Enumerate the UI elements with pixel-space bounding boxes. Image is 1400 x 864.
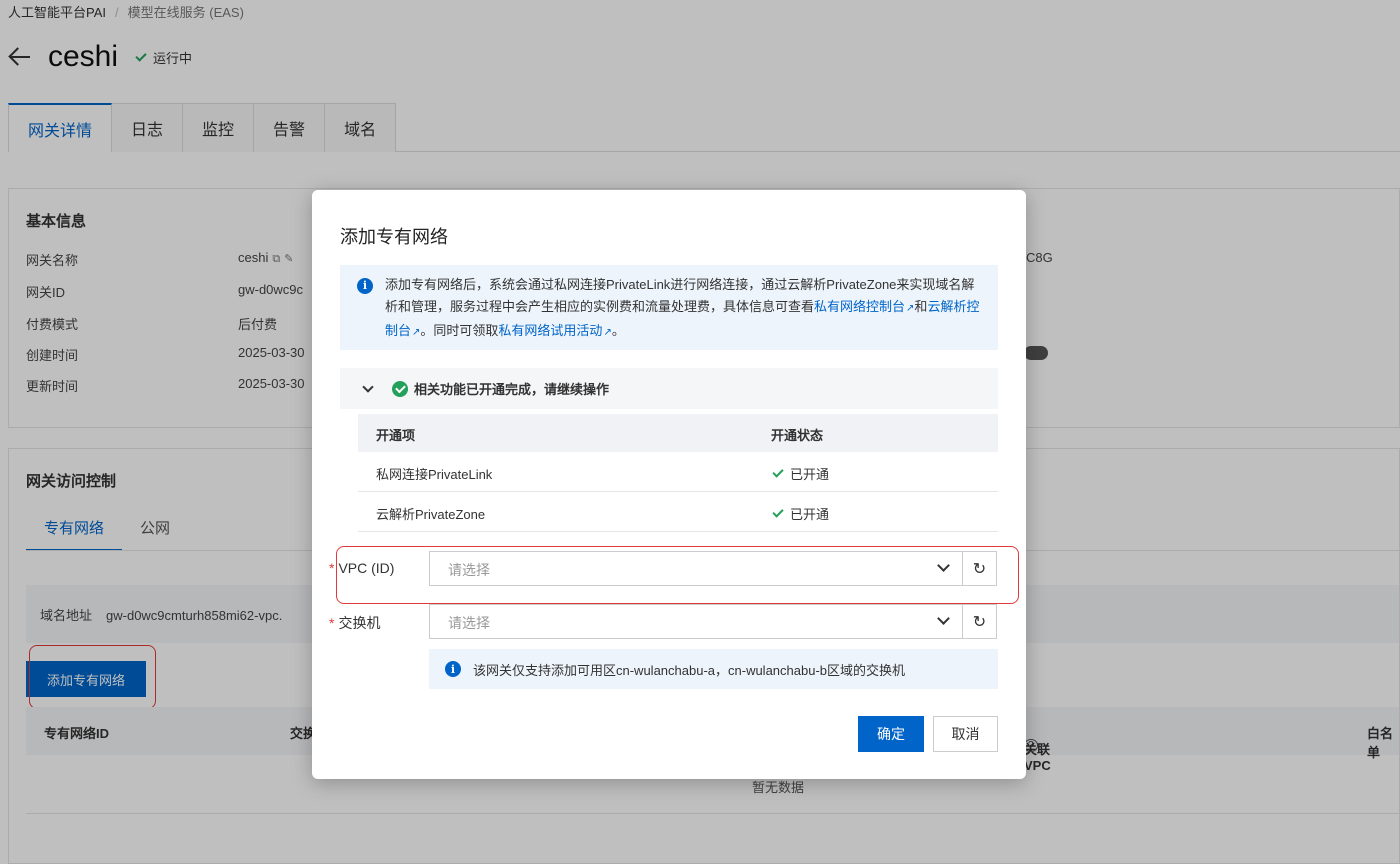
switch-select-placeholder: 请选择 [448, 615, 490, 631]
info-icon: i [357, 278, 373, 294]
required-mark: * [329, 560, 335, 576]
feature-table-header: 开通项 开通状态 [358, 414, 998, 452]
external-link-icon: ↗ [603, 327, 612, 338]
col-feature-item: 开通项 [376, 428, 416, 443]
switch-label: * 交换机 [329, 613, 380, 633]
table-row: 云解析PrivateZone 已开通 [358, 492, 998, 532]
feature-status-text: 已开通 [790, 467, 830, 482]
feature-name: 私网连接PrivateLink [376, 467, 493, 482]
refresh-icon: ↻ [972, 613, 987, 631]
required-mark: * [329, 615, 335, 631]
annotation-highlight-vpc-field [336, 546, 1019, 604]
dialog-notice: i 添加专有网络后，系统会通过私网连接PrivateLink进行网络连接，通过云… [340, 265, 998, 350]
dialog-title: 添加专有网络 [340, 227, 448, 247]
chevron-down-icon [362, 380, 374, 393]
features-accordion-header[interactable]: 相关功能已开通完成，请继续操作 [340, 368, 998, 409]
notice-text-2: 和 [914, 299, 928, 314]
link-vpc-console[interactable]: 私有网络控制台 [814, 299, 905, 314]
feature-status: 已开通 [771, 464, 829, 483]
check-icon [772, 466, 784, 478]
feature-name: 云解析PrivateZone [376, 507, 486, 522]
switch-select[interactable]: 请选择 [429, 604, 963, 639]
feature-status-text: 已开通 [790, 507, 830, 522]
switch-refresh-button[interactable]: ↻ [962, 604, 997, 639]
col-feature-status: 开通状态 [771, 428, 824, 443]
success-check-icon [392, 380, 408, 397]
chevron-down-icon [937, 612, 950, 625]
switch-label-text: 交换机 [338, 615, 381, 631]
accordion-title: 相关功能已开通完成，请继续操作 [414, 382, 610, 397]
table-row: 私网连接PrivateLink 已开通 [358, 452, 998, 492]
feature-status: 已开通 [771, 504, 829, 523]
link-vpc-trial[interactable]: 私有网络试用活动 [498, 323, 602, 338]
switch-zone-hint: i 该网关仅支持添加可用区cn-wulanchabu-a，cn-wulancha… [429, 649, 998, 689]
confirm-button[interactable]: 确定 [858, 716, 924, 752]
feature-status-table: 开通项 开通状态 私网连接PrivateLink 已开通 云解析PrivateZ… [358, 414, 998, 532]
cancel-button[interactable]: 取消 [933, 716, 998, 752]
add-vpc-dialog: 添加专有网络 i 添加专有网络后，系统会通过私网连接PrivateLink进行网… [312, 190, 1026, 779]
hint-text: 该网关仅支持添加可用区cn-wulanchabu-a，cn-wulanchabu… [473, 662, 906, 678]
check-icon [772, 506, 784, 518]
notice-text-3: 。同时可领取 [420, 323, 499, 338]
info-icon: i [445, 661, 461, 677]
notice-text-4: 。 [611, 323, 625, 338]
